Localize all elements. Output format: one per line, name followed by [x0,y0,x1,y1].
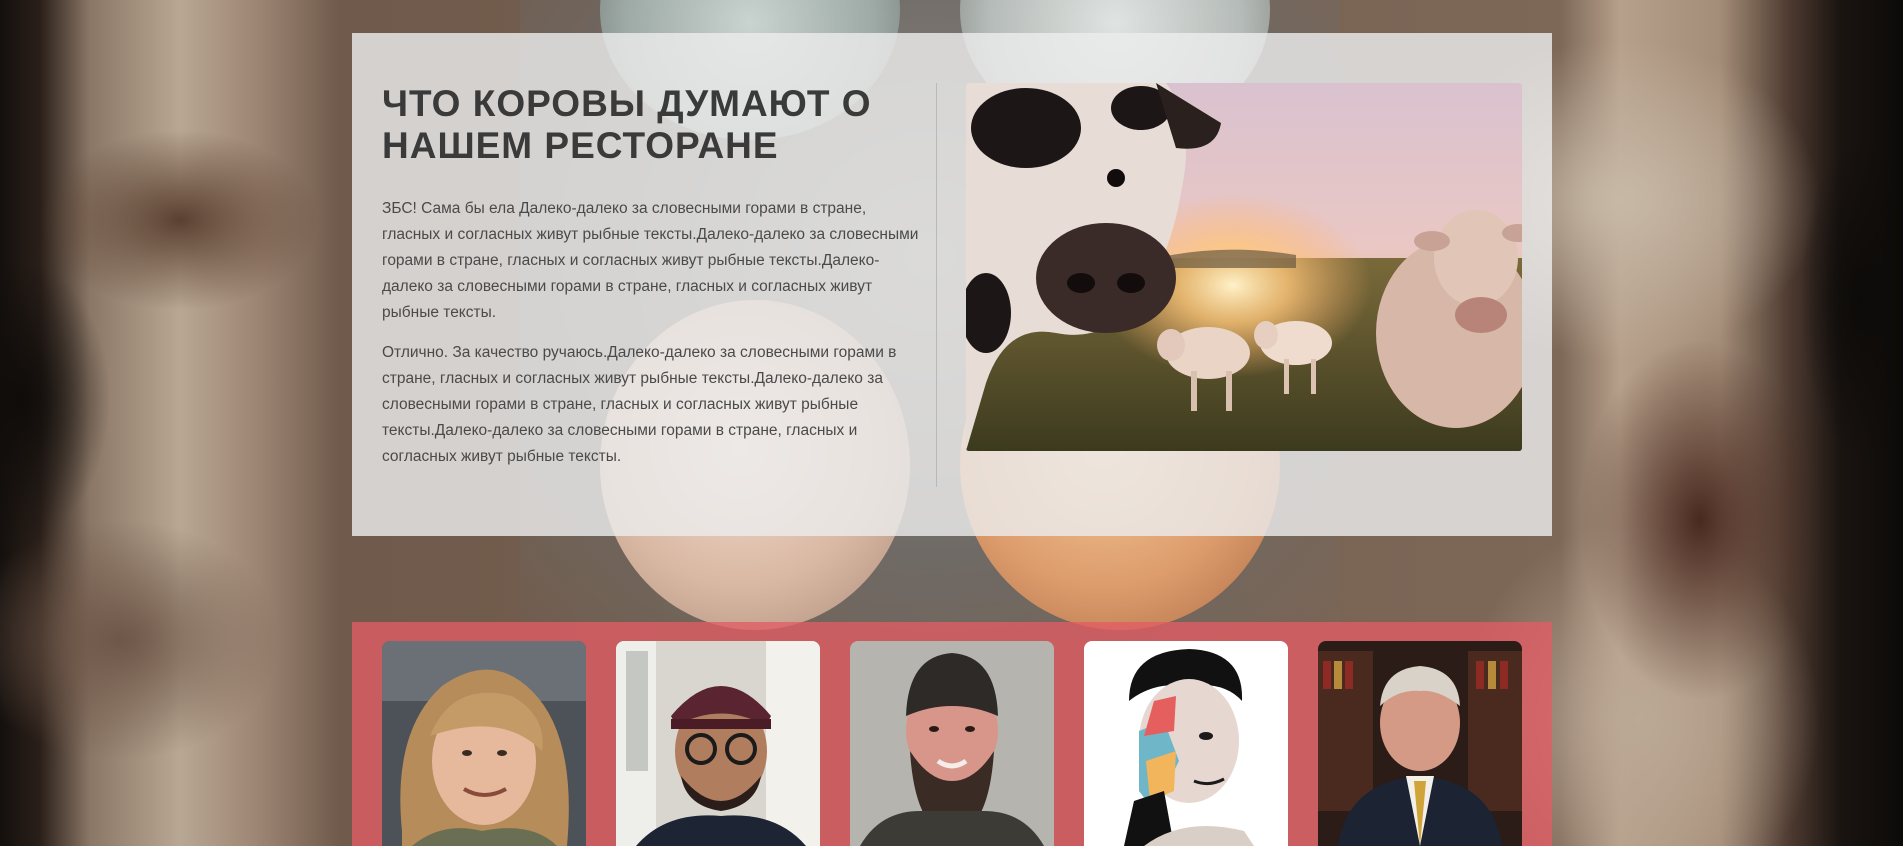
team-strip [352,622,1552,846]
team-member-photo-2[interactable] [616,641,820,846]
team-member-photo-1[interactable] [382,641,586,846]
team-member-photo-4[interactable] [1084,641,1288,846]
team-member-photo-5[interactable] [1318,641,1522,846]
section-title: ЧТО КОРОВЫ ДУМАЮТ О НАШЕМ РЕСТОРАНЕ [382,83,872,166]
team-member-photo-3[interactable] [850,641,1054,846]
review-paragraph-2: Отлично. За качество ручаюсь.Далеко-дале… [382,344,897,465]
vertical-divider [936,83,937,487]
cows-photo [966,83,1522,451]
reviews-panel: ЧТО КОРОВЫ ДУМАЮТ О НАШЕМ РЕСТОРАНЕ ЗБС!… [352,33,1552,536]
review-paragraph-1: ЗБС! Сама бы ела Далеко-далеко за словес… [382,200,919,321]
